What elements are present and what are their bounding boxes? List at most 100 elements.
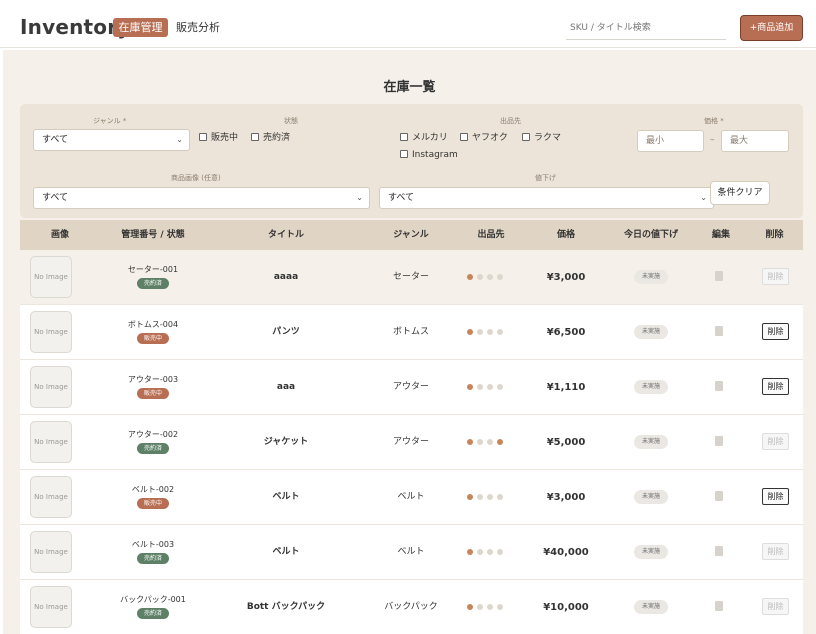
product-title: Bott バックパック <box>246 602 326 612</box>
nav-sales-analysis[interactable]: 販売分析 <box>176 18 220 37</box>
column-header-image: 画像 <box>50 230 69 240</box>
product-thumbnail-placeholder: No Image <box>30 476 72 518</box>
channel-dot <box>497 604 503 610</box>
edit-icon[interactable] <box>715 326 723 336</box>
edit-icon[interactable] <box>715 601 723 611</box>
checkbox-icon <box>199 133 207 141</box>
price-min-input[interactable]: 最小 <box>637 130 704 152</box>
markdown-status-pill: 未実施 <box>634 270 668 284</box>
edit-icon[interactable] <box>715 546 723 556</box>
channel-dot <box>497 549 503 555</box>
add-item-button[interactable]: +商品追加 <box>740 15 803 41</box>
markdown-label: 値下げ <box>535 174 556 182</box>
product-title: ベルト <box>272 547 300 557</box>
price-max-input[interactable]: 最大 <box>721 130 789 152</box>
product-price: ¥40,000 <box>543 547 589 558</box>
status-option-selling[interactable]: 販売中 <box>199 130 238 143</box>
markdown-status-pill: 未実施 <box>634 545 668 559</box>
status-badge: 売約済 <box>137 443 169 454</box>
edit-icon[interactable] <box>715 491 723 501</box>
channel-dot <box>467 604 473 610</box>
status-option-sold[interactable]: 売約済 <box>251 130 290 143</box>
channel-dot <box>497 384 503 390</box>
search-input[interactable] <box>566 16 726 40</box>
sku-number: アウター-003 <box>127 375 179 384</box>
sku-number: バックパック-001 <box>120 595 186 604</box>
product-genre: バックパック <box>384 602 438 612</box>
channel-indicators <box>467 604 507 611</box>
delete-button[interactable]: 削除 <box>762 268 789 285</box>
clear-filters-button[interactable]: 条件クリア <box>710 181 770 205</box>
channel-option-yahuoku[interactable]: ヤフオク <box>460 130 508 143</box>
edit-icon[interactable] <box>715 381 723 391</box>
channel-indicators <box>467 329 507 336</box>
channel-dot <box>467 384 473 390</box>
table-row[interactable]: No Image ベルト-003 売約済 ベルト ベルト ¥40,000 未実施 削除 <box>20 525 803 580</box>
status-badge: 販売中 <box>137 333 169 344</box>
price-separator: – <box>710 135 715 145</box>
product-genre: セーター <box>392 272 429 282</box>
sku-number: ベルト-002 <box>131 485 175 494</box>
channel-option-instagram[interactable]: Instagram <box>400 150 458 160</box>
markdown-status-pill: 未実施 <box>634 325 668 339</box>
table-row[interactable]: No Image アウター-003 販売中 aaa アウター ¥1,110 未実施 削除 <box>20 360 803 415</box>
channel-dot <box>497 329 503 335</box>
column-header-title: タイトル <box>267 230 304 240</box>
channel-dot <box>467 439 473 445</box>
channel-dot <box>467 274 473 280</box>
chevron-down-icon: ⌄ <box>176 135 183 144</box>
product-thumbnail-placeholder: No Image <box>30 586 72 628</box>
delete-button[interactable]: 削除 <box>762 323 789 340</box>
edit-icon[interactable] <box>715 436 723 446</box>
price-label: 価格 * <box>704 117 724 125</box>
product-title: パンツ <box>272 327 300 337</box>
markdown-status-pill: 未実施 <box>634 600 668 614</box>
channel-dot <box>487 494 493 500</box>
product-price: ¥1,110 <box>546 382 586 393</box>
delete-button[interactable]: 削除 <box>762 488 789 505</box>
channel-dot <box>467 329 473 335</box>
channel-dot <box>467 494 473 500</box>
image-label: 商品画像 (任意) <box>171 174 221 182</box>
delete-button[interactable]: 削除 <box>762 543 789 560</box>
edit-icon[interactable] <box>715 271 723 281</box>
sku-number: セーター-001 <box>127 265 179 274</box>
channel-indicators <box>467 549 507 556</box>
checkbox-icon <box>400 133 408 141</box>
delete-button[interactable]: 削除 <box>762 598 789 615</box>
channel-indicators <box>467 274 507 281</box>
markdown-select[interactable]: すべて ⌄ <box>379 187 714 209</box>
channel-option-rakuma[interactable]: ラクマ <box>522 130 561 143</box>
column-header-edit: 編集 <box>711 230 730 240</box>
channel-label: 出品先 <box>500 117 521 125</box>
column-header-price: 価格 <box>556 230 575 240</box>
table-row[interactable]: No Image アウター-002 売約済 ジャケット アウター ¥5,000 未実施 削除 <box>20 415 803 470</box>
product-title: ジャケット <box>263 437 309 447</box>
delete-button[interactable]: 削除 <box>762 378 789 395</box>
channel-dot <box>477 439 483 445</box>
product-thumbnail-placeholder: No Image <box>30 531 72 573</box>
image-select[interactable]: すべて ⌄ <box>33 187 370 209</box>
status-badge: 売約済 <box>137 608 169 619</box>
nav-inventory[interactable]: 在庫管理 <box>113 18 168 37</box>
product-thumbnail-placeholder: No Image <box>30 366 72 408</box>
product-genre: ベルト <box>397 547 425 557</box>
table-row[interactable]: No Image ベルト-002 販売中 ベルト ベルト ¥3,000 未実施 削除 <box>20 470 803 525</box>
table-row[interactable]: No Image ボトムス-004 販売中 パンツ ボトムス ¥6,500 未実施 削除 <box>20 305 803 360</box>
channel-dot <box>487 274 493 280</box>
table-header: 画像 管理番号 / 状態 タイトル ジャンル 出品先 価格 今日の値下げ 編集 … <box>20 220 803 250</box>
column-header-channel: 出品先 <box>477 230 505 240</box>
channel-option-mercari[interactable]: メルカリ <box>400 130 448 143</box>
genre-select[interactable]: すべて ⌄ <box>33 129 190 151</box>
sku-number: アウター-002 <box>127 430 179 439</box>
product-price: ¥3,000 <box>546 492 586 503</box>
delete-button[interactable]: 削除 <box>762 433 789 450</box>
table-row[interactable]: No Image バックパック-001 売約済 Bott バックパック バックパック ¥1… <box>20 580 803 634</box>
channel-dot <box>477 329 483 335</box>
channel-dot <box>477 274 483 280</box>
product-price: ¥3,000 <box>546 272 586 283</box>
product-genre: アウター <box>392 437 429 447</box>
product-thumbnail-placeholder: No Image <box>30 256 72 298</box>
channel-dot <box>487 439 493 445</box>
table-row[interactable]: No Image セーター-001 売約済 aaaa セーター ¥3,000 未実施 削除 <box>20 250 803 305</box>
